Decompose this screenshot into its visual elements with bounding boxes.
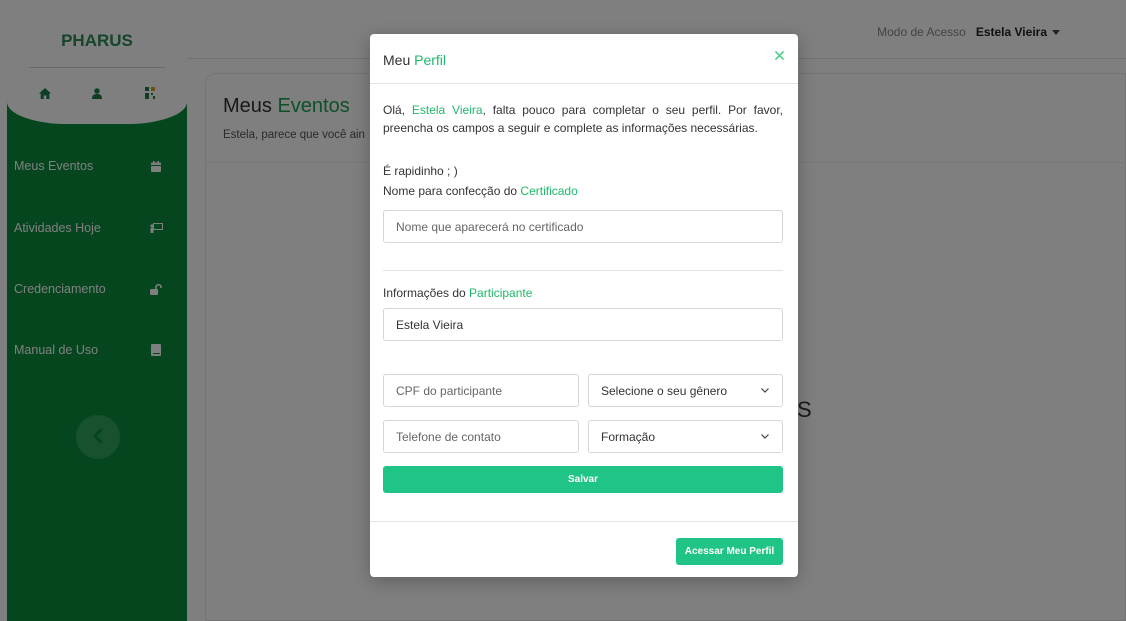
participant-label-accent: Participante [469,286,533,300]
gender-select[interactable]: Selecione o seu gênero [588,374,783,407]
intro-greeting: Olá, [383,103,412,117]
close-button[interactable] [770,47,788,65]
intro-text: Olá, Estela Vieira, falta pouco para com… [383,101,783,137]
education-select-value: Formação [601,429,656,444]
gender-select-value: Selecione o seu gênero [601,383,728,398]
save-button[interactable]: Salvar [383,466,783,493]
modal-title-accent: Perfil [414,52,447,68]
quick-note: É rapidinho ; ) [383,164,458,178]
section-divider [383,270,783,271]
participant-label-prefix: Informações do [383,286,470,300]
certificate-name-input[interactable] [383,210,783,243]
participant-info-label: Informações do Participante [383,286,532,300]
certificate-label-prefix: Nome para confecção do [383,184,521,198]
chevron-down-icon [760,432,770,442]
profile-modal: Meu Perfil Olá, Estela Vieira, falta pou… [370,34,798,577]
intro-user-name: Estela Vieira [411,103,483,117]
chevron-down-icon [760,386,770,396]
modal-header: Meu Perfil [370,34,798,84]
participant-name-input[interactable] [383,308,783,341]
phone-input[interactable] [383,420,579,453]
modal-footer-divider [370,521,798,522]
modal-title: Meu Perfil [383,52,446,68]
modal-title-prefix: Meu [383,52,415,68]
open-profile-button[interactable]: Acessar Meu Perfil [676,538,783,565]
certificate-label-accent: Certificado [520,184,578,198]
education-select[interactable]: Formação [588,420,783,453]
cpf-input[interactable] [383,374,579,407]
close-icon [774,49,784,63]
certificate-name-label: Nome para confecção do Certificado [383,184,578,198]
